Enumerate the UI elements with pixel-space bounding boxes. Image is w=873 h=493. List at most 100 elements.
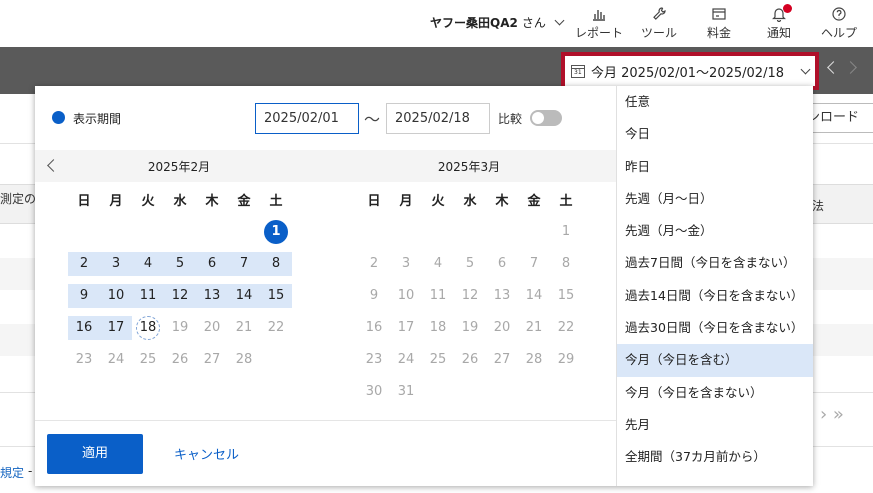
weekday-label: 木 — [205, 193, 219, 209]
calendar-day[interactable]: 24 — [390, 348, 422, 372]
calendar-day[interactable]: 11 — [422, 284, 454, 308]
footer-link[interactable]: 規定 — [0, 464, 24, 481]
calendar-day[interactable]: 27 — [486, 348, 518, 372]
calendar-march: 日月火水木金土 1 2 3 4 5 6 7 8 9 10 11 12 13 14 15 16 17 18 19 20 21… — [358, 182, 582, 408]
cancel-button[interactable]: キャンセル — [174, 444, 239, 463]
calendar-day[interactable]: 10 — [390, 284, 422, 308]
calendar-day[interactable]: 12 — [454, 284, 486, 308]
calendar-day[interactable]: 6 — [196, 252, 228, 276]
calendar-day[interactable]: 21 — [518, 316, 550, 340]
calendar-day[interactable]: 21 — [228, 316, 260, 340]
calendar-day[interactable]: 7 — [518, 252, 550, 276]
preset-option[interactable]: 全期間（37カ月前から） — [617, 441, 813, 473]
calendar-day-empty — [100, 220, 132, 244]
user-menu[interactable]: ヤフー桑田QA2 さん — [430, 14, 565, 31]
calendar-day[interactable]: 15 — [550, 284, 582, 308]
calendar-day[interactable]: 25 — [132, 348, 164, 372]
calendar-day[interactable]: 30 — [358, 380, 390, 404]
nav-tools-label: ツール — [640, 26, 677, 40]
nav-notifications-label: 通知 — [766, 26, 791, 40]
end-date-input[interactable]: 2025/02/18 — [386, 103, 490, 134]
column-header-right: 法 — [812, 199, 825, 213]
calendar-day[interactable]: 8 — [550, 252, 582, 276]
calendar-day[interactable]: 9 — [68, 284, 100, 308]
calendar-week: 2345678 — [68, 248, 292, 280]
calendar-day[interactable]: 13 — [486, 284, 518, 308]
calendar-day[interactable]: 15 — [260, 284, 292, 308]
date-range-selector[interactable]: 31 今月 2025/02/01〜2025/02/18 — [561, 52, 819, 90]
calendar-day[interactable]: 6 — [486, 252, 518, 276]
calendar-day[interactable]: 20 — [486, 316, 518, 340]
calendar-day[interactable]: 18 — [422, 316, 454, 340]
calendar-day[interactable]: 17 — [390, 316, 422, 340]
calendar-day[interactable]: 5 — [164, 252, 196, 276]
month-header: 2025年2月 2025年3月 — [35, 150, 616, 182]
pagination-arrows[interactable]: › » — [820, 404, 844, 425]
weekday-label: 土 — [269, 193, 283, 209]
calendar-day[interactable]: 23 — [358, 348, 390, 372]
calendar-day[interactable]: 14 — [518, 284, 550, 308]
preset-option[interactable]: 先週（月〜日） — [617, 183, 813, 215]
preset-option[interactable]: 今月（今日を含む） — [617, 344, 813, 377]
calendar-day[interactable]: 25 — [422, 348, 454, 372]
calendar-day[interactable]: 23 — [68, 348, 100, 372]
calendar-day[interactable]: 2 — [358, 252, 390, 276]
calendar-day[interactable]: 16 — [358, 316, 390, 340]
nav-report[interactable]: レポート — [571, 6, 627, 41]
calendar-day[interactable]: 31 — [390, 380, 422, 404]
calendar-day[interactable]: 4 — [132, 252, 164, 276]
calendar-day[interactable]: 1 — [550, 220, 582, 244]
preset-option[interactable]: 任意 — [617, 86, 813, 118]
calendar-day[interactable]: 1 — [260, 220, 292, 244]
calendar-day[interactable]: 27 — [196, 348, 228, 372]
nav-tools[interactable]: ツール — [631, 6, 687, 41]
calendar-day[interactable]: 9 — [358, 284, 390, 308]
apply-button[interactable]: 適用 — [47, 434, 143, 474]
calendar-day-empty — [164, 220, 196, 244]
calendar-day[interactable]: 8 — [260, 252, 292, 276]
nav-help[interactable]: ヘルプ — [811, 6, 867, 41]
calendar-day-empty — [422, 220, 454, 244]
calendar-day[interactable]: 28 — [518, 348, 550, 372]
calendar-day[interactable]: 22 — [550, 316, 582, 340]
calendar-day[interactable]: 7 — [228, 252, 260, 276]
calendar-day[interactable]: 3 — [100, 252, 132, 276]
calendar-day[interactable]: 20 — [196, 316, 228, 340]
calendar-day[interactable]: 18 — [132, 316, 164, 340]
calendar-day[interactable]: 16 — [68, 316, 100, 340]
calendar-day[interactable]: 12 — [164, 284, 196, 308]
date-range-label: 今月 2025/02/01〜2025/02/18 — [591, 65, 784, 81]
preset-option[interactable]: 過去30日間（今日を含まない） — [617, 312, 813, 344]
nav-billing[interactable]: 料金 — [691, 6, 747, 41]
preset-option[interactable]: 今月（今日を含まない） — [617, 377, 813, 409]
calendar-day[interactable]: 10 — [100, 284, 132, 308]
compare-toggle[interactable] — [530, 110, 562, 126]
calendar-day[interactable]: 14 — [228, 284, 260, 308]
preset-option[interactable]: 過去7日間（今日を含まない） — [617, 247, 813, 279]
calendar-day[interactable]: 19 — [164, 316, 196, 340]
chevron-left-icon[interactable] — [47, 159, 60, 172]
preset-option[interactable]: 先月 — [617, 409, 813, 441]
calendar-day[interactable]: 17 — [100, 316, 132, 340]
calendar-day[interactable]: 28 — [228, 348, 260, 372]
nav-notifications[interactable]: 通知 — [751, 4, 807, 41]
calendar-day[interactable]: 2 — [68, 252, 100, 276]
preset-option[interactable]: 過去14日間（今日を含まない） — [617, 280, 813, 312]
calendar-day[interactable]: 24 — [100, 348, 132, 372]
start-date-input[interactable]: 2025/02/01 — [255, 103, 359, 134]
calendar-day[interactable]: 13 — [196, 284, 228, 308]
calendar-day[interactable]: 19 — [454, 316, 486, 340]
calendar-day[interactable]: 3 — [390, 252, 422, 276]
calendar-day[interactable]: 5 — [454, 252, 486, 276]
calendar-day[interactable]: 26 — [454, 348, 486, 372]
calendar-day[interactable]: 4 — [422, 252, 454, 276]
calendar-day[interactable]: 11 — [132, 284, 164, 308]
preset-option[interactable]: 昨日 — [617, 151, 813, 183]
preset-option[interactable]: 今日 — [617, 118, 813, 150]
preset-option[interactable]: 先週（月〜金） — [617, 215, 813, 247]
calendar-day[interactable]: 22 — [260, 316, 292, 340]
calendar-day[interactable]: 26 — [164, 348, 196, 372]
weekday-label: 日 — [77, 193, 91, 209]
calendar-day[interactable]: 29 — [550, 348, 582, 372]
weekday-header: 日月火水木金土 — [358, 182, 582, 216]
